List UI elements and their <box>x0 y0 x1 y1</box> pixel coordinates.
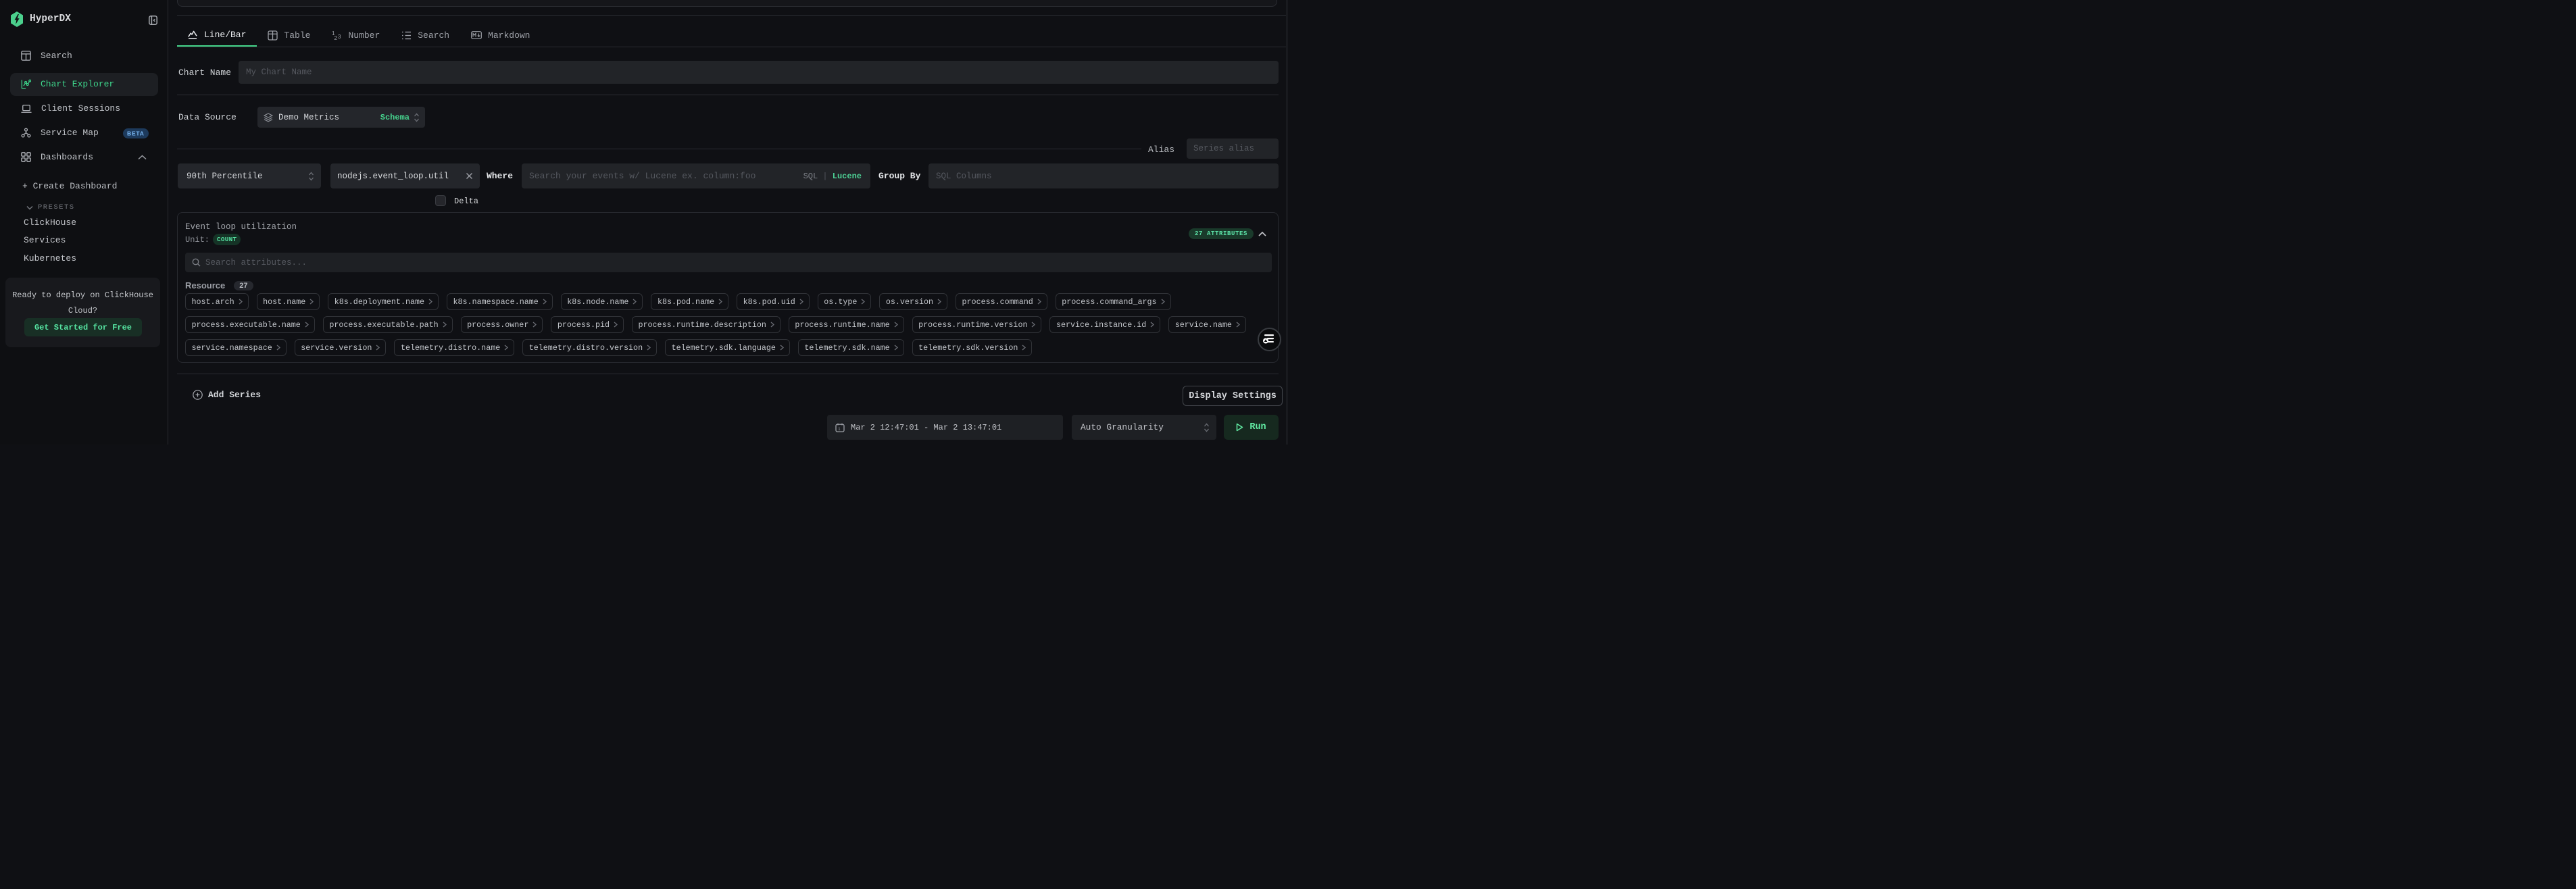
svg-text:2: 2 <box>335 35 338 41</box>
svg-text:3: 3 <box>338 34 341 40</box>
svg-text:1: 1 <box>838 428 841 432</box>
